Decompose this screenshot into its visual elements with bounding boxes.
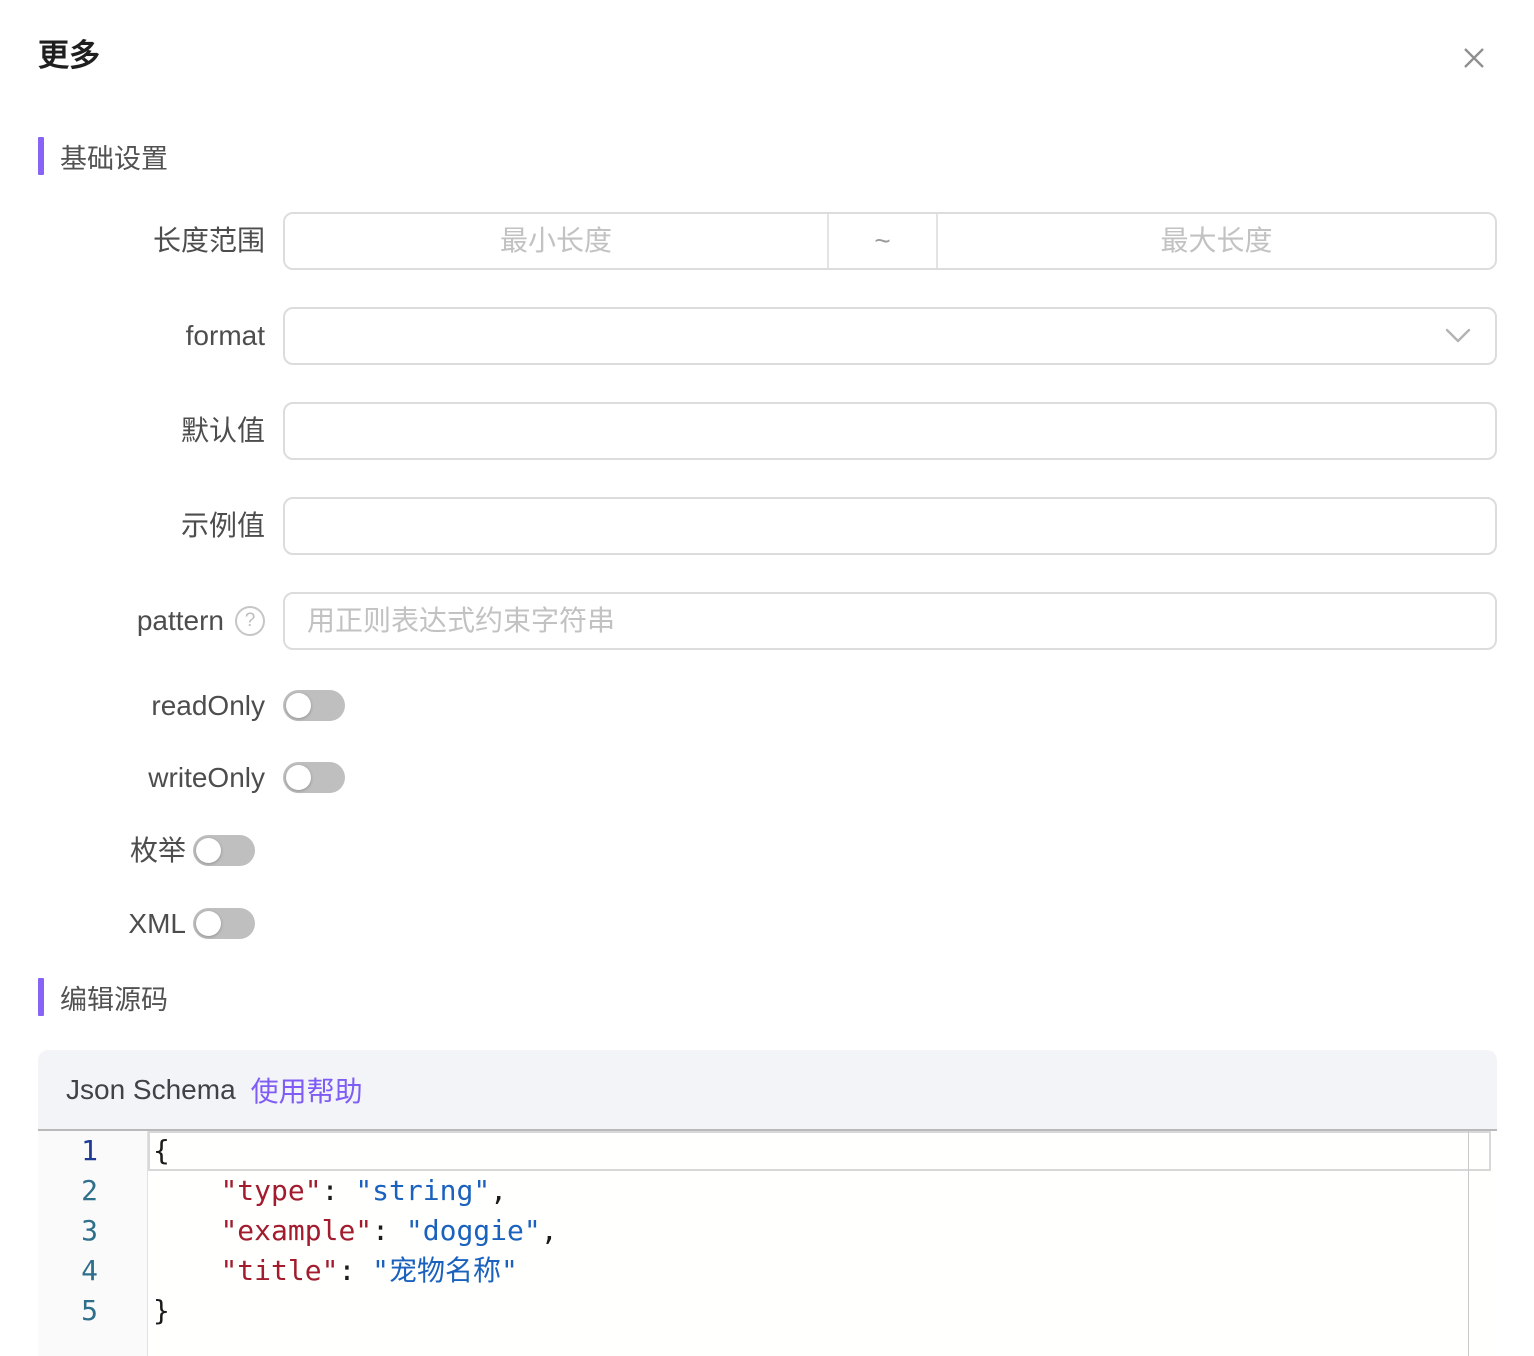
- line-number: 4: [38, 1251, 148, 1291]
- xml-row: XML: [0, 908, 1534, 939]
- line-number: 2: [38, 1171, 148, 1211]
- gutter-background: [38, 1331, 148, 1356]
- example-value-input[interactable]: [283, 497, 1497, 555]
- code-line-content: {: [148, 1131, 1491, 1171]
- code-line-content: "type": "string",: [148, 1171, 1497, 1211]
- pattern-label: pattern ?: [0, 592, 283, 650]
- toggle-knob: [196, 911, 221, 936]
- code-token: [153, 1174, 220, 1207]
- format-row: format: [0, 307, 1534, 365]
- json-schema-panel: Json Schema 使用帮助 1 { 2 "type": "string",…: [38, 1050, 1497, 1356]
- default-value-input[interactable]: [283, 402, 1497, 460]
- section-accent-bar: [38, 978, 44, 1016]
- editor-title: Json Schema: [66, 1074, 236, 1106]
- readonly-toggle[interactable]: [283, 690, 345, 721]
- code-line-1: 1 {: [38, 1131, 1497, 1171]
- line-number: 1: [38, 1131, 148, 1171]
- code-token: "doggie": [406, 1214, 541, 1247]
- code-line-content: "title": "宠物名称": [148, 1251, 1497, 1291]
- section-edit-source: 编辑源码: [38, 977, 1496, 1017]
- example-value-row: 示例值: [0, 497, 1534, 555]
- code-editor[interactable]: 1 { 2 "type": "string", 3 "example": "do…: [38, 1129, 1497, 1356]
- enum-toggle[interactable]: [193, 835, 255, 866]
- code-token: :: [372, 1214, 406, 1247]
- pattern-input[interactable]: [283, 592, 1497, 650]
- xml-label: XML: [0, 908, 193, 939]
- format-select[interactable]: [283, 307, 1497, 365]
- length-range-label: 长度范围: [0, 212, 283, 270]
- code-line-content: "example": "doggie",: [148, 1211, 1497, 1251]
- default-value-label: 默认值: [0, 402, 283, 460]
- section-accent-bar: [38, 137, 44, 175]
- code-token: "title": [220, 1254, 338, 1287]
- more-settings-drawer: 更多 基础设置 长度范围 ~ format 默认值: [0, 0, 1534, 1356]
- format-label: format: [0, 307, 283, 365]
- enum-label: 枚举: [0, 835, 193, 866]
- code-line-4: 4 "title": "宠物名称": [38, 1251, 1497, 1291]
- readonly-label: readOnly: [0, 690, 283, 721]
- code-token: }: [153, 1294, 170, 1327]
- code-token: ,: [541, 1214, 558, 1247]
- line-number: 3: [38, 1211, 148, 1251]
- usage-help-link[interactable]: 使用帮助: [251, 1070, 363, 1110]
- code-token: :: [338, 1254, 372, 1287]
- pattern-row: pattern ?: [0, 592, 1534, 650]
- code-token: [153, 1214, 220, 1247]
- scrollbar-track[interactable]: [1468, 1131, 1469, 1356]
- drawer-header: 更多: [0, 0, 1534, 78]
- max-length-input[interactable]: [938, 214, 1495, 268]
- writeonly-label: writeOnly: [0, 762, 283, 793]
- code-token: {: [153, 1134, 170, 1167]
- close-icon: [1459, 43, 1489, 73]
- chevron-down-icon: [1445, 328, 1471, 344]
- range-separator: ~: [827, 214, 938, 268]
- code-line-5: 5 }: [38, 1291, 1497, 1331]
- toggle-knob: [286, 693, 311, 718]
- section-basic-settings: 基础设置: [38, 136, 1496, 176]
- toggle-knob: [196, 838, 221, 863]
- length-range-row: 长度范围 ~: [0, 212, 1534, 270]
- min-length-input[interactable]: [285, 214, 827, 268]
- section-title: 编辑源码: [60, 978, 168, 1017]
- writeonly-toggle[interactable]: [283, 762, 345, 793]
- line-number: 5: [38, 1291, 148, 1331]
- code-line-2: 2 "type": "string",: [38, 1171, 1497, 1211]
- pattern-label-text: pattern: [137, 592, 224, 650]
- toggle-knob: [286, 765, 311, 790]
- help-circle-icon[interactable]: ?: [235, 606, 265, 636]
- code-token: "宠物名称": [372, 1254, 518, 1287]
- example-value-label: 示例值: [0, 497, 283, 555]
- code-token: "type": [220, 1174, 321, 1207]
- length-range-group: ~: [283, 212, 1497, 270]
- code-line-content: }: [148, 1291, 1497, 1331]
- code-token: "example": [220, 1214, 372, 1247]
- code-token: ,: [490, 1174, 507, 1207]
- readonly-row: readOnly: [0, 690, 1534, 721]
- default-value-row: 默认值: [0, 402, 1534, 460]
- code-line-3: 3 "example": "doggie",: [38, 1211, 1497, 1251]
- xml-toggle[interactable]: [193, 908, 255, 939]
- section-title: 基础设置: [60, 137, 168, 176]
- code-token: "string": [355, 1174, 490, 1207]
- page-title: 更多: [38, 36, 100, 76]
- enum-row: 枚举: [0, 835, 1534, 866]
- code-token: [153, 1254, 220, 1287]
- close-button[interactable]: [1454, 38, 1494, 78]
- editor-header: Json Schema 使用帮助: [38, 1050, 1497, 1129]
- code-token: :: [322, 1174, 356, 1207]
- writeonly-row: writeOnly: [0, 762, 1534, 793]
